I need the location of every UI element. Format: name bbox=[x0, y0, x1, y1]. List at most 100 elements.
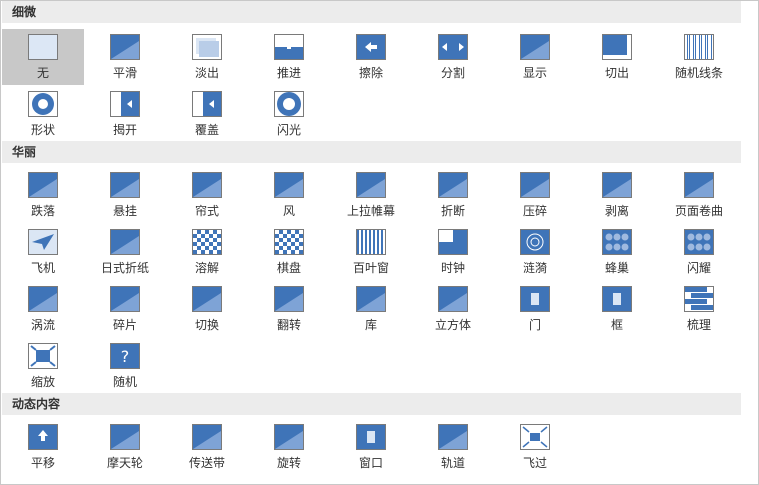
transition-label: 蜂巢 bbox=[604, 261, 629, 275]
transition-item[interactable]: 摩天轮 bbox=[84, 419, 166, 475]
transition-label: 闪光 bbox=[276, 123, 301, 137]
transition-item[interactable]: 日式折纸 bbox=[84, 224, 166, 280]
transition-label: 碎片 bbox=[112, 318, 137, 332]
transition-item[interactable]: 棋盘 bbox=[248, 224, 330, 280]
transition-item[interactable]: 悬挂 bbox=[84, 167, 166, 223]
transition-item[interactable]: 涟漪 bbox=[494, 224, 576, 280]
transition-item[interactable]: 涡流 bbox=[2, 281, 84, 337]
transition-item[interactable]: 翻转 bbox=[248, 281, 330, 337]
transition-item[interactable]: 页面卷曲 bbox=[658, 167, 740, 223]
box-icon bbox=[602, 286, 632, 312]
pan-icon bbox=[28, 424, 58, 450]
transition-item[interactable]: 梳理 bbox=[658, 281, 740, 337]
transition-label: 闪耀 bbox=[686, 261, 711, 275]
transition-item[interactable]: 立方体 bbox=[412, 281, 494, 337]
transition-label: 时钟 bbox=[440, 261, 465, 275]
crush-icon bbox=[520, 172, 550, 198]
transition-item[interactable]: 旋转 bbox=[248, 419, 330, 475]
transition-item[interactable]: 剥离 bbox=[576, 167, 658, 223]
transition-label: 百叶窗 bbox=[352, 261, 389, 275]
transition-item[interactable]: 蜂巢 bbox=[576, 224, 658, 280]
transition-item[interactable]: 风 bbox=[248, 167, 330, 223]
fracture-icon bbox=[438, 172, 468, 198]
transition-item[interactable]: 库 bbox=[330, 281, 412, 337]
transition-item[interactable]: 平移 bbox=[2, 419, 84, 475]
transition-item[interactable]: 飞过 bbox=[494, 419, 576, 475]
rotate-icon bbox=[274, 424, 304, 450]
random-bars-icon bbox=[684, 34, 714, 60]
doors-icon bbox=[520, 286, 550, 312]
clock-icon bbox=[438, 229, 468, 255]
wind-icon bbox=[274, 172, 304, 198]
switch-icon bbox=[192, 286, 222, 312]
transition-item[interactable]: 推进 bbox=[248, 29, 330, 85]
shred-icon bbox=[110, 286, 140, 312]
transition-item[interactable]: 覆盖 bbox=[166, 86, 248, 142]
reveal-icon bbox=[520, 34, 550, 60]
transition-item[interactable]: 溶解 bbox=[166, 224, 248, 280]
transition-item[interactable]: 切换 bbox=[166, 281, 248, 337]
transition-item[interactable]: 随机线条 bbox=[658, 29, 740, 85]
split-icon bbox=[438, 34, 468, 60]
transition-item[interactable]: 形状 bbox=[2, 86, 84, 142]
transition-item[interactable]: 无 bbox=[2, 29, 84, 85]
comb-icon bbox=[684, 286, 714, 312]
fly-through-icon bbox=[520, 424, 550, 450]
flash-icon bbox=[274, 91, 304, 117]
transition-item[interactable]: 揭开 bbox=[84, 86, 166, 142]
transition-item[interactable]: 折断 bbox=[412, 167, 494, 223]
transition-item[interactable]: 时钟 bbox=[412, 224, 494, 280]
flip-icon bbox=[274, 286, 304, 312]
transition-item[interactable]: 闪光 bbox=[248, 86, 330, 142]
transition-item[interactable]: 飞机 bbox=[2, 224, 84, 280]
transition-label: 涟漪 bbox=[522, 261, 547, 275]
transition-item[interactable]: 分割 bbox=[412, 29, 494, 85]
transition-label: 日式折纸 bbox=[100, 261, 149, 275]
transition-item[interactable]: 淡出 bbox=[166, 29, 248, 85]
transition-label: 无 bbox=[36, 66, 49, 80]
transition-item[interactable]: 上拉帷幕 bbox=[330, 167, 412, 223]
none-icon bbox=[28, 34, 58, 60]
transition-label: 轨道 bbox=[440, 456, 465, 470]
transition-label: 推进 bbox=[276, 66, 301, 80]
transition-label: 框 bbox=[610, 318, 623, 332]
dissolve-icon bbox=[192, 229, 222, 255]
transition-item[interactable]: 跌落 bbox=[2, 167, 84, 223]
random-icon: ? bbox=[110, 343, 140, 369]
transition-item[interactable]: 压碎 bbox=[494, 167, 576, 223]
fall-over-icon bbox=[28, 172, 58, 198]
prestige-icon bbox=[356, 172, 386, 198]
transition-item[interactable]: 窗口 bbox=[330, 419, 412, 475]
transition-label: 擦除 bbox=[358, 66, 383, 80]
transition-item[interactable]: 框 bbox=[576, 281, 658, 337]
transition-item[interactable]: 缩放 bbox=[2, 338, 84, 394]
transition-label: 切出 bbox=[604, 66, 629, 80]
transition-label: 旋转 bbox=[276, 456, 301, 470]
transition-item[interactable]: ? 随机 bbox=[84, 338, 166, 394]
morph-icon bbox=[110, 34, 140, 60]
glitter-icon bbox=[684, 229, 714, 255]
conveyor-icon bbox=[192, 424, 222, 450]
transition-label: 随机 bbox=[112, 375, 137, 389]
transition-item[interactable]: 擦除 bbox=[330, 29, 412, 85]
transition-item[interactable]: 传送带 bbox=[166, 419, 248, 475]
transition-item[interactable]: 闪耀 bbox=[658, 224, 740, 280]
transition-label: 分割 bbox=[440, 66, 465, 80]
transition-item[interactable]: 轨道 bbox=[412, 419, 494, 475]
transition-item[interactable]: 显示 bbox=[494, 29, 576, 85]
transition-item[interactable]: 碎片 bbox=[84, 281, 166, 337]
transition-item[interactable]: 切出 bbox=[576, 29, 658, 85]
transition-item[interactable]: 平滑 bbox=[84, 29, 166, 85]
transition-item[interactable]: 百叶窗 bbox=[330, 224, 412, 280]
push-icon bbox=[274, 34, 304, 60]
transition-label: 门 bbox=[528, 318, 541, 332]
scrollbar[interactable] bbox=[741, 2, 757, 483]
transition-label: 摩天轮 bbox=[106, 456, 143, 470]
transition-item[interactable]: 门 bbox=[494, 281, 576, 337]
transition-label: 压碎 bbox=[522, 204, 547, 218]
transition-item[interactable]: 帘式 bbox=[166, 167, 248, 223]
ferris-wheel-icon bbox=[110, 424, 140, 450]
section-header-exciting: 华丽 bbox=[2, 141, 741, 163]
vortex-icon bbox=[28, 286, 58, 312]
peel-off-icon bbox=[602, 172, 632, 198]
